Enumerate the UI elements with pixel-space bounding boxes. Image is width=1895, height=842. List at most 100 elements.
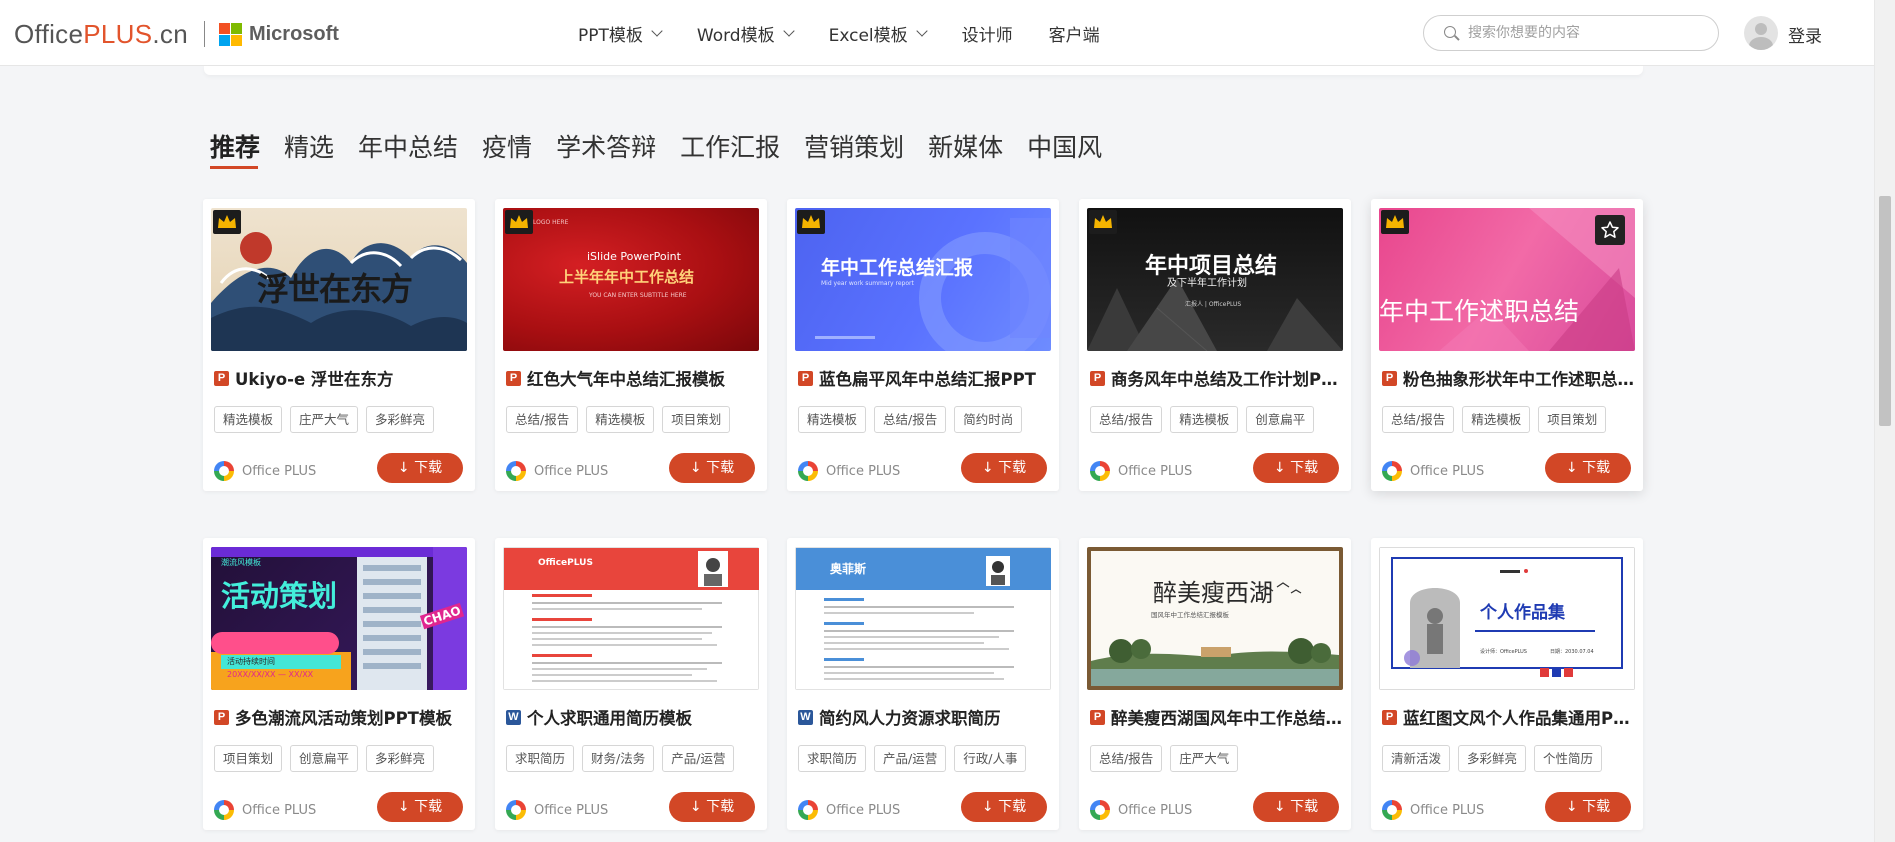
download-button[interactable]: ↓ 下载: [1545, 453, 1631, 483]
template-thumbnail[interactable]: 个人作品集 设计师：OfficePLUS 日期：2030.07.04: [1379, 547, 1635, 690]
tag[interactable]: 求职简历: [798, 745, 867, 772]
scrollbar-thumb[interactable]: [1879, 196, 1891, 426]
author-info[interactable]: Office PLUS: [214, 461, 316, 481]
nav-excel-templates[interactable]: Excel模板: [829, 21, 928, 46]
tag[interactable]: 产品/运营: [662, 745, 735, 772]
tag[interactable]: 总结/报告: [1090, 745, 1163, 772]
template-card[interactable]: 奥菲斯 W 简约风人力资源求职简历 求职简历 产品/运营 行政/人事 Office…: [787, 538, 1059, 830]
author-info[interactable]: Office PLUS: [1382, 461, 1484, 481]
template-thumbnail[interactable]: 年中工作述职总结: [1379, 208, 1635, 351]
tag[interactable]: 多彩鲜亮: [366, 745, 435, 772]
tab-work-report[interactable]: 工作汇报: [680, 128, 780, 164]
template-title[interactable]: P 蓝红图文风个人作品集通用PPT: [1382, 705, 1634, 729]
search-input[interactable]: [1466, 24, 1710, 42]
tab-marketing[interactable]: 营销策划: [804, 128, 904, 164]
download-button[interactable]: ↓ 下载: [669, 453, 755, 483]
template-thumbnail[interactable]: 奥菲斯: [795, 547, 1051, 690]
template-title[interactable]: P 醉美瘦西湖国风年中工作总结PPT: [1090, 705, 1342, 729]
download-button[interactable]: ↓ 下载: [1545, 792, 1631, 822]
tag[interactable]: 行政/人事: [954, 745, 1027, 772]
template-thumbnail[interactable]: 年中项目总结 及下半年工作计划 汇报人 | OfficePLUS: [1087, 208, 1343, 351]
tag[interactable]: 庄严大气: [1170, 745, 1239, 772]
tag[interactable]: 个性简历: [1534, 745, 1603, 772]
download-button[interactable]: ↓ 下载: [961, 453, 1047, 483]
tag[interactable]: 精选模板: [798, 406, 867, 433]
tab-featured[interactable]: 精选: [284, 128, 334, 164]
template-card[interactable]: 年中工作述职总结 P粉色抽象形状年中工作述职总结PPT 总结/报告 精选模板 项…: [1371, 199, 1643, 491]
tag[interactable]: 项目策划: [1538, 406, 1607, 433]
tag[interactable]: 清新活泼: [1382, 745, 1451, 772]
tab-epidemic[interactable]: 疫情: [482, 128, 532, 164]
tag[interactable]: 简约时尚: [954, 406, 1023, 433]
template-title[interactable]: P 商务风年中总结及工作计划PPT: [1090, 366, 1342, 390]
template-thumbnail[interactable]: 醉美瘦西湖 国风年中工作总结汇报模板: [1087, 547, 1343, 690]
tag[interactable]: 庄严大气: [290, 406, 359, 433]
template-card[interactable]: 年中工作总结汇报 Mid year work summary report P蓝…: [787, 199, 1059, 491]
favorite-star-icon[interactable]: [1595, 215, 1625, 245]
download-button[interactable]: ↓ 下载: [961, 792, 1047, 822]
author-info[interactable]: Office PLUS: [1090, 800, 1192, 820]
template-card[interactable]: OfficePLUS W 个人求职通用简历模板 求职简历 财务/法务 产品/运营 …: [495, 538, 767, 830]
tag[interactable]: 产品/运营: [874, 745, 947, 772]
author-info[interactable]: Office PLUS: [798, 461, 900, 481]
template-title[interactable]: P 多色潮流风活动策划PPT模板: [214, 705, 466, 729]
nav-designers[interactable]: 设计师: [962, 21, 1013, 46]
template-card[interactable]: 潮流风模板 活动策划 CHAO 活动持续时间 20XX/XX/XX — XX/X…: [203, 538, 475, 830]
template-thumbnail[interactable]: 浮世在东方: [211, 208, 467, 351]
tag[interactable]: 创意扁平: [1246, 406, 1315, 433]
template-card[interactable]: 个人作品集 设计师：OfficePLUS 日期：2030.07.04 P 蓝红图文…: [1371, 538, 1643, 830]
template-thumbnail[interactable]: OfficePLUS: [503, 547, 759, 690]
nav-word-templates[interactable]: Word模板: [697, 21, 795, 46]
user-avatar-icon[interactable]: [1744, 16, 1778, 50]
download-button[interactable]: ↓ 下载: [377, 792, 463, 822]
template-title[interactable]: P Ukiyo-e 浮世在东方: [214, 366, 466, 390]
template-card[interactable]: LOGO HERE iSlide PowerPoint 上半年年中工作总结 YO…: [495, 199, 767, 491]
author-info[interactable]: Office PLUS: [1090, 461, 1192, 481]
template-title[interactable]: P 蓝色扁平风年中总结汇报PPT: [798, 366, 1050, 390]
tag[interactable]: 多彩鲜亮: [366, 406, 435, 433]
template-thumbnail[interactable]: 年中工作总结汇报 Mid year work summary report: [795, 208, 1051, 351]
tab-chinese-style[interactable]: 中国风: [1027, 128, 1102, 164]
tag[interactable]: 精选模板: [1170, 406, 1239, 433]
officeplus-logo[interactable]: OfficePLUS.cn Microsoft: [14, 18, 339, 50]
download-button[interactable]: ↓ 下载: [377, 453, 463, 483]
template-title[interactable]: W 个人求职通用简历模板: [506, 705, 758, 729]
page-scrollbar[interactable]: [1874, 0, 1895, 842]
download-button[interactable]: ↓ 下载: [1253, 792, 1339, 822]
author-info[interactable]: Office PLUS: [506, 461, 608, 481]
tab-mid-year-summary[interactable]: 年中总结: [358, 128, 458, 164]
login-link[interactable]: 登录: [1788, 22, 1822, 47]
template-thumbnail[interactable]: 潮流风模板 活动策划 CHAO 活动持续时间 20XX/XX/XX — XX/X…: [211, 547, 467, 690]
tab-recommended[interactable]: 推荐: [210, 128, 260, 169]
tag[interactable]: 总结/报告: [874, 406, 947, 433]
template-title[interactable]: P 红色大气年中总结汇报模板: [506, 366, 758, 390]
search-icon[interactable]: [1444, 26, 1458, 40]
template-thumbnail[interactable]: LOGO HERE iSlide PowerPoint 上半年年中工作总结 YO…: [503, 208, 759, 351]
template-card[interactable]: 年中项目总结 及下半年工作计划 汇报人 | OfficePLUS P 商务风年中总…: [1079, 199, 1351, 491]
tag[interactable]: 精选模板: [586, 406, 655, 433]
template-card[interactable]: 醉美瘦西湖 国风年中工作总结汇报模板 P 醉美瘦西湖国风年中工作总结PPT 总结/…: [1079, 538, 1351, 830]
tag[interactable]: 总结/报告: [1090, 406, 1163, 433]
tag[interactable]: 精选模板: [1462, 406, 1531, 433]
tag[interactable]: 项目策划: [662, 406, 731, 433]
author-info[interactable]: Office PLUS: [506, 800, 608, 820]
tag[interactable]: 总结/报告: [506, 406, 579, 433]
nav-client[interactable]: 客户端: [1049, 21, 1100, 46]
nav-ppt-templates[interactable]: PPT模板: [578, 21, 663, 46]
tag[interactable]: 创意扁平: [290, 745, 359, 772]
author-info[interactable]: Office PLUS: [798, 800, 900, 820]
tag[interactable]: 项目策划: [214, 745, 283, 772]
template-title[interactable]: W 简约风人力资源求职简历: [798, 705, 1050, 729]
tag[interactable]: 财务/法务: [582, 745, 655, 772]
tag[interactable]: 多彩鲜亮: [1458, 745, 1527, 772]
template-card[interactable]: 浮世在东方 P Ukiyo-e 浮世在东方 精选模板 庄严大气 多彩鲜亮 Offi…: [203, 199, 475, 491]
author-info[interactable]: Office PLUS: [214, 800, 316, 820]
tab-new-media[interactable]: 新媒体: [928, 128, 1003, 164]
download-button[interactable]: ↓ 下载: [1253, 453, 1339, 483]
author-info[interactable]: Office PLUS: [1382, 800, 1484, 820]
tag[interactable]: 精选模板: [214, 406, 283, 433]
tag[interactable]: 求职简历: [506, 745, 575, 772]
tag[interactable]: 总结/报告: [1382, 406, 1455, 433]
template-title[interactable]: P粉色抽象形状年中工作述职总结PPT: [1382, 366, 1634, 390]
tab-academic-defense[interactable]: 学术答辩: [556, 128, 656, 164]
